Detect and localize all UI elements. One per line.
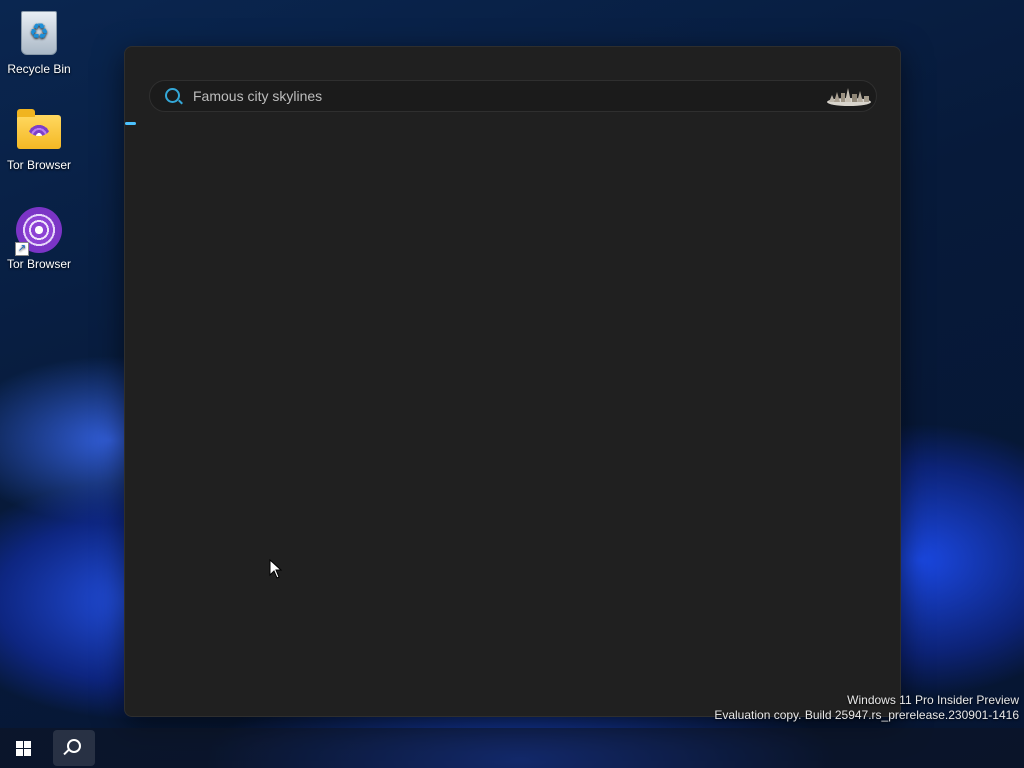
search-icon bbox=[67, 739, 81, 753]
tor-browser-icon: ↗ bbox=[15, 206, 63, 256]
mouse-cursor-icon bbox=[269, 559, 283, 579]
search-box[interactable] bbox=[149, 80, 877, 112]
search-input[interactable] bbox=[193, 81, 793, 111]
windows-watermark: Windows 11 Pro Insider Preview Evaluatio… bbox=[714, 693, 1019, 723]
watermark-build: Evaluation copy. Build 25947.rs_prerelea… bbox=[714, 708, 1019, 722]
shortcut-arrow-icon: ↗ bbox=[15, 242, 29, 256]
desktop-icon-label: Tor Browser bbox=[6, 158, 71, 172]
start-button[interactable] bbox=[8, 732, 40, 764]
desktop-icon-tor-browser-folder[interactable]: Tor Browser bbox=[4, 107, 74, 172]
taskbar-search-button[interactable] bbox=[53, 730, 95, 766]
loading-indicator bbox=[125, 122, 136, 125]
taskbar bbox=[0, 728, 1024, 768]
folder-icon bbox=[15, 107, 63, 155]
search-icon bbox=[165, 88, 180, 103]
recycle-bin-icon bbox=[15, 11, 63, 59]
city-skyline-icon[interactable] bbox=[826, 86, 872, 106]
search-panel bbox=[124, 46, 901, 717]
desktop-icon-recycle-bin[interactable]: Recycle Bin bbox=[4, 8, 74, 76]
desktop-icon-tor-browser-shortcut[interactable]: ↗ Tor Browser bbox=[4, 206, 74, 271]
desktop-icon-label: Recycle Bin bbox=[7, 62, 71, 76]
windows-logo-icon bbox=[16, 741, 31, 756]
desktop-icon-label: Tor Browser bbox=[6, 257, 71, 271]
watermark-edition: Windows 11 Pro Insider Preview bbox=[847, 693, 1019, 707]
